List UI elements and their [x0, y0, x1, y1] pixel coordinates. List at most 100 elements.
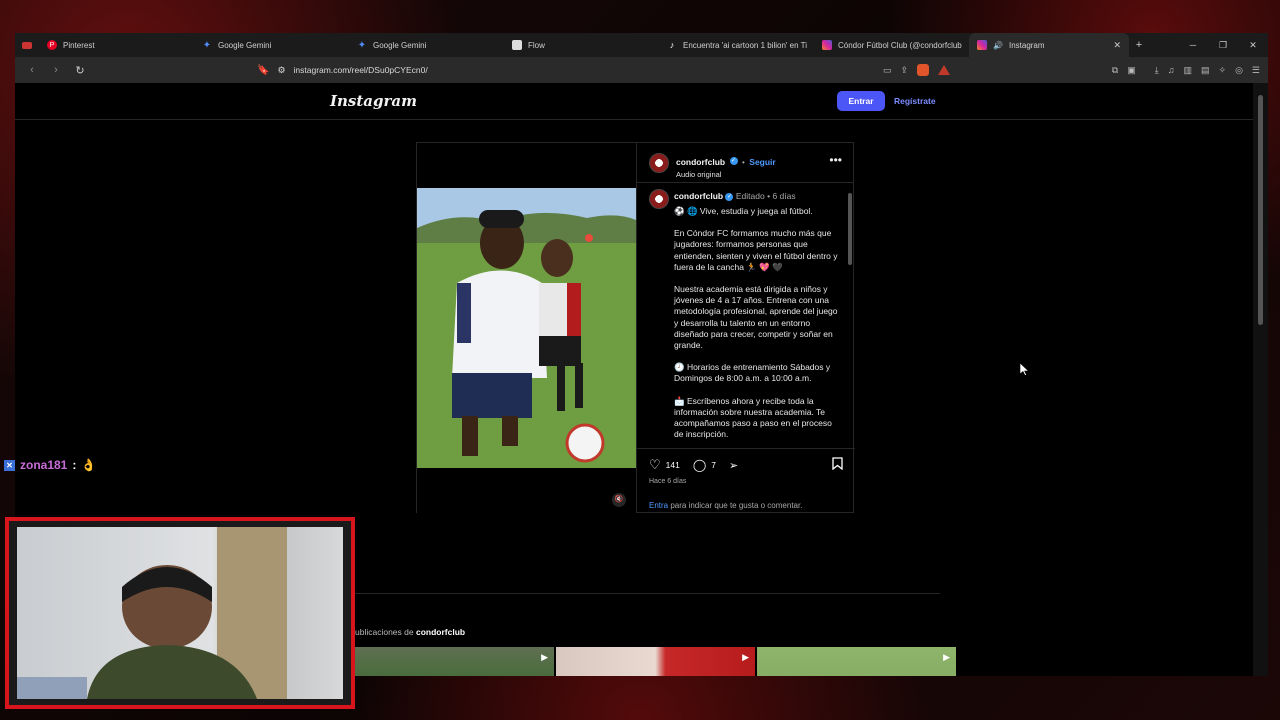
share-icon[interactable]: ➢ [729, 459, 738, 472]
restore-icon[interactable]: ❐ [1208, 33, 1238, 57]
tab-menu-icon[interactable] [15, 41, 39, 49]
verified-icon: ✓ [729, 156, 738, 165]
back-icon[interactable]: ‹ [25, 64, 39, 76]
caption-body: ⚽ 🌐 Vive, estudia y juega al fútbol. En … [674, 206, 839, 443]
login-button[interactable]: Entrar [837, 91, 885, 111]
avatar[interactable] [649, 189, 669, 209]
url-text[interactable]: instagram.com/reel/DSu0pCYEcn0/ [294, 65, 428, 75]
caption-line: 🕗 Horarios de entrenamiento Sábados y Do… [674, 362, 831, 384]
post-header-text: condorfclub ✓ • Seguir Audio original [676, 156, 776, 179]
caption-header: condorfclub ✓ Editado • 6 días [674, 191, 796, 201]
toolbar-extensions: ⧉ ▣ ⤓ ♫ ▥ ▤ ✧ ◎ ☰ [1112, 65, 1260, 76]
tab-gemini-2[interactable]: ✦ Google Gemini [349, 33, 504, 57]
extensions-icon[interactable]: ⧉ [1112, 65, 1118, 76]
verified-icon: ✓ [725, 192, 734, 201]
brave-rewards-icon[interactable] [938, 65, 951, 75]
site-settings-icon[interactable]: ⚙ [277, 65, 285, 76]
instagram-header: Instagram Entrar Regístrate [15, 83, 1253, 120]
reload-icon[interactable]: ↻ [73, 64, 87, 77]
tab-label: Instagram [1008, 40, 1045, 50]
close-window-icon[interactable]: ✕ [1238, 33, 1268, 57]
address-bar[interactable]: 🔖 ⚙ instagram.com/reel/DSu0pCYEcn0/ [257, 65, 428, 76]
follow-button[interactable]: Seguir [749, 157, 775, 167]
caption-line: 📩 Escríbenos ahora y recibe toda la info… [674, 395, 832, 440]
save-icon[interactable] [832, 457, 843, 475]
chat-message: ✕ zona181 : 👌 [4, 458, 96, 472]
reel-icon: ▶ [943, 652, 950, 662]
reel-post: 🔇 condorfclub ✓ • Seguir Audio original [416, 142, 855, 513]
minimize-icon[interactable]: ─ [1178, 33, 1208, 57]
more-options-icon[interactable]: ••• [829, 153, 842, 167]
cast-icon[interactable]: ▭ [883, 65, 892, 76]
menu-icon[interactable]: ☰ [1252, 65, 1260, 76]
login-link[interactable]: Entra [649, 501, 668, 510]
caption-username[interactable]: condorfclub [674, 191, 723, 201]
more-posts-user[interactable]: condorfclub [416, 627, 465, 637]
instagram-icon [822, 40, 832, 50]
mute-icon[interactable]: 🔇 [612, 493, 626, 507]
comment-count: 7 [711, 460, 717, 470]
post-thumbnail[interactable]: ▶ [757, 647, 956, 676]
caption-line: Nuestra academia está dirigida a niños y… [674, 284, 838, 351]
forward-icon[interactable]: › [49, 64, 63, 76]
edited-label: Editado [735, 191, 765, 201]
reel-photo-illustration [417, 188, 636, 468]
brave-shield-icon[interactable] [917, 64, 930, 76]
bookmark-icon[interactable]: 🔖 [257, 65, 269, 76]
post-thumbnail[interactable]: ▶ [355, 647, 554, 676]
tab-tiktok[interactable]: ♪ Encuentra 'ai cartoon 1 bilion' en Ti [659, 33, 814, 57]
vpn-icon[interactable]: ◎ [1235, 65, 1243, 76]
gemini-icon: ✦ [357, 39, 367, 51]
action-row: ♡ 141 ◯ 7 ➢ [649, 457, 738, 473]
chat-username: zona181 [20, 458, 68, 472]
post-header: condorfclub ✓ • Seguir Audio original ••… [637, 143, 854, 183]
like-count: 141 [665, 460, 680, 470]
wallet-icon[interactable]: ▤ [1201, 65, 1210, 76]
tab-label: Pinterest [63, 40, 95, 50]
page-scrollbar[interactable] [1253, 83, 1268, 676]
comment-icon[interactable]: ◯ [693, 458, 706, 472]
avatar[interactable] [649, 153, 669, 173]
reel-icon: ▶ [742, 652, 749, 662]
instagram-logo[interactable]: Instagram [330, 92, 417, 110]
tab-label: Google Gemini [373, 40, 427, 50]
media-icon[interactable]: ♫ [1168, 65, 1175, 75]
chat-separator: : [72, 458, 77, 472]
gemini-icon: ✦ [202, 39, 212, 51]
tab-pinterest[interactable]: P Pinterest [39, 33, 194, 57]
tab-flow[interactable]: Flow [504, 33, 659, 57]
new-tab-icon[interactable]: + [1129, 39, 1149, 51]
tab-instagram[interactable]: 🔊 Instagram ✕ [969, 33, 1129, 57]
more-posts-title: ublicaciones de condorfclub [355, 627, 465, 637]
like-icon[interactable]: ♡ [649, 457, 661, 473]
more-posts-grid: ▶ ▶ ▶ [355, 647, 956, 676]
browser-toolbar: ‹ › ↻ 🔖 ⚙ instagram.com/reel/DSu0pCYEcn0… [15, 57, 1268, 83]
section-divider [355, 593, 940, 594]
tab-label: Encuentra 'ai cartoon 1 bilion' en Ti [683, 40, 808, 50]
screenshot-icon[interactable]: ▣ [1127, 65, 1136, 76]
sidebar-icon[interactable]: ▥ [1183, 65, 1192, 76]
tab-label: Cóndor Fútbol Club (@condorfclub [838, 40, 962, 50]
share-icon[interactable]: ⇪ [901, 65, 909, 76]
reel-media[interactable]: 🔇 [417, 143, 636, 513]
webcam-feed [17, 527, 343, 699]
post-thumbnail[interactable]: ▶ [556, 647, 755, 676]
tab-gemini-1[interactable]: ✦ Google Gemini [194, 33, 349, 57]
audio-label[interactable]: Audio original [676, 170, 776, 179]
tiktok-icon: ♪ [669, 40, 675, 50]
close-tab-icon[interactable]: ✕ [1113, 40, 1121, 51]
caption-line: ⚽ 🌐 Vive, estudia y juega al fútbol. [674, 206, 813, 216]
leo-icon[interactable]: ✧ [1219, 65, 1227, 76]
chat-text: 👌 [81, 458, 97, 472]
window-controls: ─ ❐ ✕ [1178, 33, 1268, 57]
reel-photo [417, 188, 636, 468]
signup-link[interactable]: Regístrate [894, 91, 936, 111]
webcam-overlay [5, 517, 355, 709]
tab-condor[interactable]: Cóndor Fútbol Club (@condorfclub [814, 33, 969, 57]
address-actions: ▭ ⇪ [883, 64, 951, 76]
tab-label: Google Gemini [218, 40, 272, 50]
download-icon[interactable]: ⤓ [1155, 65, 1159, 76]
post-username[interactable]: condorfclub [676, 157, 725, 167]
speaker-icon: 🔊 [993, 40, 1003, 50]
caption-scrollbar[interactable] [847, 185, 853, 441]
